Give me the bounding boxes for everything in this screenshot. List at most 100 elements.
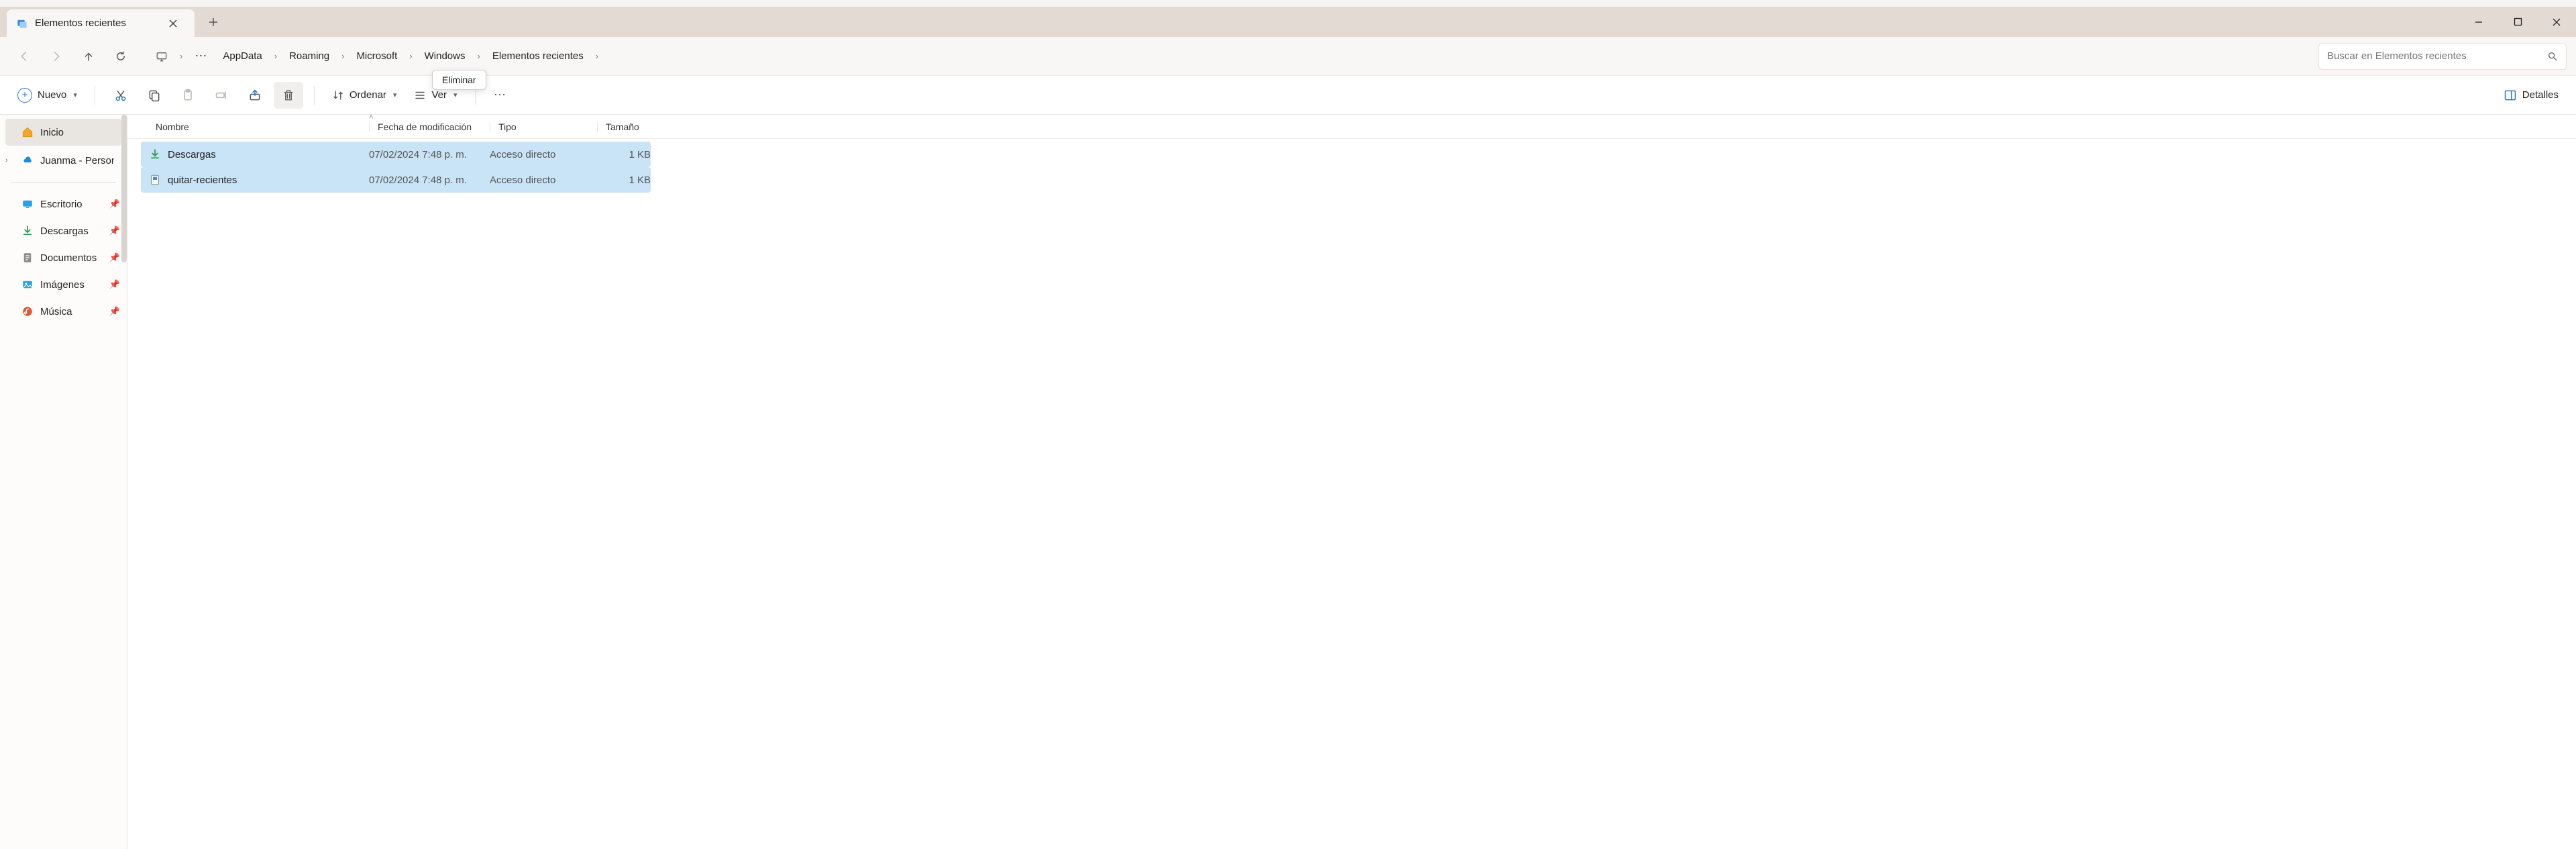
sidebar-item-label: Imágenes — [40, 279, 85, 291]
chevron-right-icon[interactable]: › — [405, 51, 416, 61]
breadcrumb-segment[interactable]: AppData — [216, 48, 268, 64]
minimize-button[interactable] — [2459, 7, 2498, 37]
close-window-button[interactable] — [2537, 7, 2576, 37]
chevron-right-icon[interactable]: › — [592, 51, 602, 61]
forward-button[interactable] — [42, 44, 71, 69]
column-header-type[interactable]: Tipo — [490, 121, 597, 132]
sidebar-item-downloads[interactable]: Descargas 📌 — [0, 217, 127, 244]
close-tab-button[interactable] — [164, 14, 182, 33]
breadcrumb-segment[interactable]: Microsoft — [350, 48, 404, 64]
new-label: Nuevo — [38, 89, 66, 101]
search-box[interactable] — [2318, 43, 2567, 70]
recent-items-icon — [16, 17, 28, 30]
file-size: 1 KB — [597, 174, 651, 186]
pin-icon[interactable]: 📌 — [109, 226, 120, 236]
document-icon — [21, 252, 34, 264]
ellipsis-icon: ⋯ — [494, 88, 508, 102]
pc-icon[interactable] — [149, 48, 174, 65]
breadcrumb-segment[interactable]: Windows — [418, 48, 472, 64]
desktop-icon — [21, 198, 34, 210]
tab-active[interactable]: Elementos recientes — [7, 9, 195, 37]
file-date: 07/02/2024 7:48 p. m. — [369, 174, 490, 186]
share-button[interactable] — [240, 82, 270, 109]
sidebar-item-label: Inicio — [40, 127, 64, 138]
body: Inicio › Juanma - Personal Escritorio 📌 … — [0, 115, 2576, 849]
breadcrumb-segment[interactable]: Elementos recientes — [486, 48, 590, 64]
breadcrumb-bar[interactable]: › ⋯ AppData › Roaming › Microsoft › Wind… — [144, 43, 2310, 70]
sidebar-item-pictures[interactable]: Imágenes 📌 — [0, 271, 127, 298]
sidebar-item-onedrive[interactable]: › Juanma - Personal — [0, 147, 127, 174]
more-button[interactable]: ⋯ — [486, 82, 516, 109]
pin-icon[interactable]: 📌 — [109, 279, 120, 290]
breadcrumb-overflow[interactable]: ⋯ — [188, 49, 215, 63]
new-tab-button[interactable] — [199, 7, 228, 37]
sort-button[interactable]: Ordenar ▾ — [325, 82, 404, 109]
column-header-name[interactable]: Nombre — [148, 121, 369, 132]
sidebar-item-music[interactable]: Música 📌 — [0, 298, 127, 325]
command-bar: + Nuevo ▾ Ordenar ▾ Ver ▾ ⋯ Detalles — [0, 76, 2576, 115]
download-icon — [148, 147, 162, 162]
sidebar-item-label: Juanma - Personal — [40, 155, 114, 166]
pin-icon[interactable]: 📌 — [109, 306, 120, 317]
chevron-right-icon[interactable]: › — [337, 51, 348, 61]
delete-button[interactable] — [274, 82, 303, 109]
separator — [314, 86, 315, 105]
file-name: Descargas — [168, 149, 369, 160]
chevron-down-icon: ▾ — [453, 91, 458, 99]
sort-label: Ordenar — [350, 89, 386, 101]
sidebar-item-desktop[interactable]: Escritorio 📌 — [0, 191, 127, 217]
home-icon — [21, 126, 34, 138]
navigation-pane: Inicio › Juanma - Personal Escritorio 📌 … — [0, 115, 127, 849]
chevron-down-icon: ▾ — [393, 91, 397, 99]
refresh-button[interactable] — [106, 44, 136, 69]
image-icon — [21, 279, 34, 291]
separator — [11, 182, 116, 183]
download-icon — [21, 225, 34, 237]
nav-bar: › ⋯ AppData › Roaming › Microsoft › Wind… — [0, 37, 2576, 76]
search-icon[interactable] — [2547, 51, 2558, 62]
sidebar-item-label: Descargas — [40, 226, 89, 237]
paste-button[interactable] — [173, 82, 203, 109]
pin-icon[interactable]: 📌 — [109, 252, 120, 263]
column-header-date[interactable]: Fecha de modificación — [369, 121, 490, 132]
chevron-right-icon[interactable]: › — [270, 51, 281, 61]
copy-button[interactable] — [140, 82, 169, 109]
new-button[interactable]: + Nuevo ▾ — [11, 82, 84, 109]
up-button[interactable] — [74, 44, 103, 69]
file-icon — [148, 172, 162, 187]
chevron-right-icon[interactable]: › — [176, 51, 186, 61]
file-type: Acceso directo — [490, 149, 597, 160]
sidebar-item-label: Música — [40, 306, 72, 317]
search-input[interactable] — [2327, 50, 2547, 62]
rename-button[interactable] — [207, 82, 236, 109]
breadcrumb-segment[interactable]: Roaming — [282, 48, 336, 64]
file-name: quitar-recientes — [168, 174, 369, 186]
back-button[interactable] — [9, 44, 39, 69]
column-headers: ˄ Nombre Fecha de modificación Tipo Tama… — [127, 115, 2576, 139]
maximize-button[interactable] — [2498, 7, 2537, 37]
cut-button[interactable] — [106, 82, 136, 109]
cloud-icon — [21, 154, 34, 166]
sidebar-item-documents[interactable]: Documentos 📌 — [0, 244, 127, 271]
sidebar-item-label: Documentos — [40, 252, 97, 264]
plus-circle-icon: + — [17, 88, 32, 103]
window-controls — [2459, 7, 2576, 37]
file-row[interactable]: Descargas 07/02/2024 7:48 p. m. Acceso d… — [141, 142, 651, 167]
chevron-right-icon[interactable]: › — [473, 51, 484, 61]
file-rows: Descargas 07/02/2024 7:48 p. m. Acceso d… — [127, 139, 2576, 193]
pin-icon[interactable]: 📌 — [109, 199, 120, 209]
music-icon — [21, 305, 34, 317]
column-header-size[interactable]: Tamaño — [597, 121, 664, 132]
file-date: 07/02/2024 7:48 p. m. — [369, 149, 490, 160]
sidebar-scrollbar[interactable] — [121, 115, 127, 262]
sidebar-item-label: Escritorio — [40, 199, 83, 210]
sidebar-item-home[interactable]: Inicio — [5, 119, 121, 146]
details-pane-button[interactable]: Detalles — [2497, 82, 2565, 109]
chevron-right-icon[interactable]: › — [5, 156, 8, 164]
file-size: 1 KB — [597, 149, 651, 160]
file-type: Acceso directo — [490, 174, 597, 186]
tab-title: Elementos recientes — [35, 17, 157, 29]
file-row[interactable]: quitar-recientes 07/02/2024 7:48 p. m. A… — [141, 167, 651, 193]
details-label: Detalles — [2522, 89, 2559, 101]
tooltip-delete: Eliminar — [432, 70, 486, 90]
